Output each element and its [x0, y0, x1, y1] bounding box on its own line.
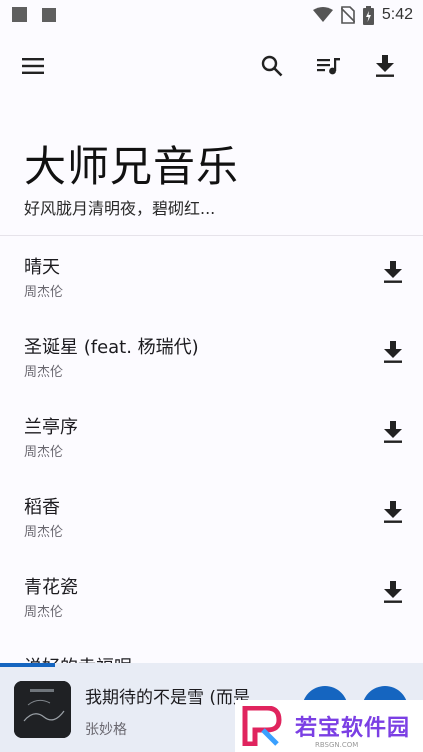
watermark: 若宝软件园 RBSGN.COM	[235, 700, 423, 752]
album-cover[interactable]	[14, 681, 71, 738]
song-row[interactable]: 青花瓷 周杰伦	[0, 556, 423, 636]
battery-icon	[362, 5, 374, 25]
song-title: 晴天	[24, 257, 60, 278]
menu-icon	[22, 58, 44, 74]
song-download-button[interactable]	[379, 418, 407, 446]
download-icon	[384, 501, 402, 523]
status-time: 5:42	[381, 6, 413, 23]
download-icon	[384, 261, 402, 283]
song-download-button[interactable]	[379, 258, 407, 286]
notification-icon	[12, 7, 27, 22]
download-icon	[384, 581, 402, 603]
watermark-url: RBSGN.COM	[315, 741, 359, 749]
menu-button[interactable]	[13, 42, 53, 90]
song-artist: 周杰伦	[24, 605, 64, 620]
song-title: 说好的幸福呢	[24, 653, 132, 663]
song-download-button[interactable]	[379, 498, 407, 526]
download-icon	[384, 421, 402, 443]
status-bar: 5:42	[0, 0, 423, 30]
page-subtitle: 好风胧月清明夜，碧砌红...	[24, 199, 216, 218]
wifi-icon	[312, 7, 333, 22]
album-art-image	[14, 681, 71, 738]
song-artist: 周杰伦	[24, 365, 64, 380]
song-artist: 周杰伦	[24, 445, 64, 460]
watermark-logo-icon	[242, 706, 282, 746]
page-title: 大师兄音乐	[24, 142, 240, 191]
song-title: 青花瓷	[24, 577, 78, 598]
song-title: 圣诞星 (feat. 杨瑞代)	[24, 337, 199, 358]
song-title: 兰亭序	[24, 417, 78, 438]
song-title: 稻香	[24, 497, 60, 518]
song-list[interactable]: 晴天 周杰伦 圣诞星 (feat. 杨瑞代) 周杰伦 兰亭序 周杰伦 稻香 周杰…	[0, 236, 423, 663]
song-row[interactable]: 晴天 周杰伦	[0, 236, 423, 316]
song-row[interactable]: 兰亭序 周杰伦	[0, 396, 423, 476]
song-artist: 周杰伦	[24, 285, 64, 300]
queue-music-button[interactable]	[309, 42, 349, 90]
download-icon	[384, 341, 402, 363]
playback-progress	[0, 663, 55, 667]
song-download-button[interactable]	[379, 338, 407, 366]
top-app-bar	[0, 42, 423, 90]
download-icon	[376, 55, 394, 77]
search-button[interactable]	[252, 42, 292, 90]
song-row[interactable]: 说好的幸福呢	[0, 636, 423, 663]
search-icon	[261, 55, 283, 77]
song-row[interactable]: 圣诞星 (feat. 杨瑞代) 周杰伦	[0, 316, 423, 396]
queue-music-icon	[317, 58, 340, 75]
watermark-text: 若宝软件园	[295, 716, 411, 741]
download-all-button[interactable]	[365, 42, 405, 90]
song-artist: 周杰伦	[24, 525, 64, 540]
no-sim-icon	[340, 6, 355, 24]
song-row[interactable]: 稻香 周杰伦	[0, 476, 423, 556]
now-playing-artist: 张妙格	[85, 722, 127, 738]
song-download-button[interactable]	[379, 578, 407, 606]
notification-icon	[42, 8, 56, 22]
